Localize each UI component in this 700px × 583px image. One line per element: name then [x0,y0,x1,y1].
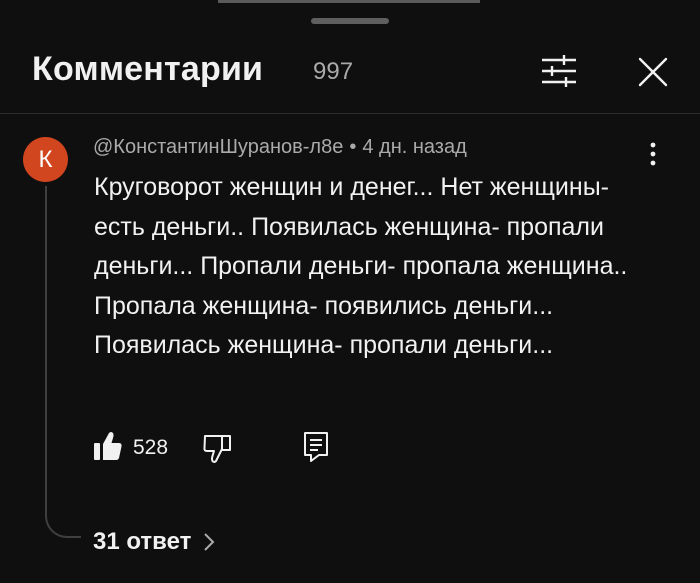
meta-separator: • [349,136,357,158]
drag-handle[interactable] [311,18,389,24]
chevron-right-icon [204,533,215,551]
panel-title: Комментарии [32,50,264,88]
comment-time: 4 дн. назад [362,136,467,158]
thumb-down-icon[interactable] [202,432,234,466]
video-preview-edge [218,0,480,3]
author-handle[interactable]: @КонстантинШуранов-л8е [93,136,343,158]
avatar[interactable]: К [23,137,68,182]
more-vertical-icon[interactable] [643,141,663,167]
thread-line [45,186,81,538]
comment-count: 997 [313,58,354,85]
replies-count-label: 31 ответ [93,528,192,555]
reply-comment-icon[interactable] [302,430,330,464]
close-icon[interactable] [637,56,669,88]
comment-meta: @КонстантинШуранов-л8е • 4 дн. назад [93,136,467,159]
replies-link[interactable]: 31 ответ [93,526,215,558]
like-count: 528 [133,436,169,459]
header-divider [0,113,700,114]
comment-text: Круговорот женщин и денег... Нет женщины… [94,173,628,359]
filter-sliders-icon[interactable] [540,54,578,88]
thumb-up-icon[interactable] [93,430,123,462]
